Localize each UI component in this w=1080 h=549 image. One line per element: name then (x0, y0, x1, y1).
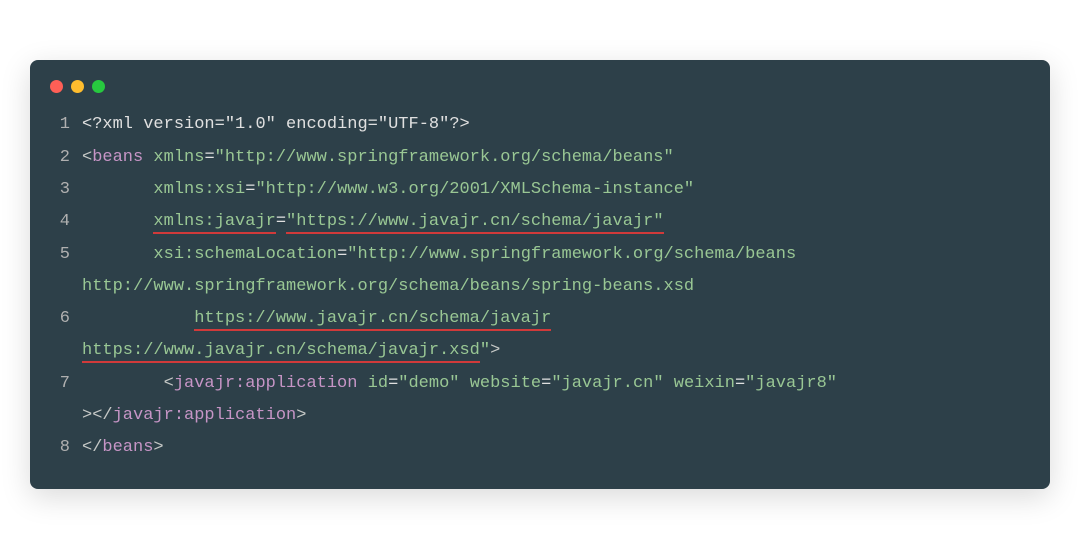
code-line: 5 xsi:schemaLocation="http://www.springf… (50, 239, 1030, 271)
line-number: 1 (50, 109, 70, 141)
line-number: 3 (50, 174, 70, 206)
code-line: 4 xmlns:javajr="https://www.javajr.cn/sc… (50, 206, 1030, 238)
code-content: https://www.javajr.cn/schema/javajr (82, 303, 551, 335)
line-number: 5 (50, 239, 70, 271)
code-continuation: ></javajr:application> (82, 400, 1030, 432)
code-line: 7 <javajr:application id="demo" website=… (50, 368, 1030, 400)
code-line: 3 xmlns:xsi="http://www.w3.org/2001/XMLS… (50, 174, 1030, 206)
window-titlebar (30, 80, 1050, 109)
line-number: 7 (50, 368, 70, 400)
code-line: 6 https://www.javajr.cn/schema/javajr (50, 303, 1030, 335)
code-area: 1 <?xml version="1.0" encoding="UTF-8"?>… (30, 109, 1050, 464)
code-continuation: https://www.javajr.cn/schema/javajr.xsd"… (82, 335, 1030, 367)
maximize-dot[interactable] (92, 80, 105, 93)
close-dot[interactable] (50, 80, 63, 93)
line-number: 6 (50, 303, 70, 335)
code-line: 8 </beans> (50, 432, 1030, 464)
code-content: <?xml version="1.0" encoding="UTF-8"?> (82, 109, 470, 141)
code-content: xmlns:xsi="http://www.w3.org/2001/XMLSch… (82, 174, 694, 206)
line-number: 8 (50, 432, 70, 464)
code-content: <javajr:application id="demo" website="j… (82, 368, 837, 400)
code-line: 1 <?xml version="1.0" encoding="UTF-8"?> (50, 109, 1030, 141)
line-number: 2 (50, 142, 70, 174)
code-content: </beans> (82, 432, 164, 464)
code-content: xmlns:javajr="https://www.javajr.cn/sche… (82, 206, 664, 238)
code-content: xsi:schemaLocation="http://www.springfra… (82, 239, 796, 271)
code-continuation: http://www.springframework.org/schema/be… (82, 271, 1030, 303)
code-content: <beans xmlns="http://www.springframework… (82, 142, 674, 174)
minimize-dot[interactable] (71, 80, 84, 93)
line-number: 4 (50, 206, 70, 238)
code-window: 1 <?xml version="1.0" encoding="UTF-8"?>… (30, 60, 1050, 488)
code-line: 2 <beans xmlns="http://www.springframewo… (50, 142, 1030, 174)
